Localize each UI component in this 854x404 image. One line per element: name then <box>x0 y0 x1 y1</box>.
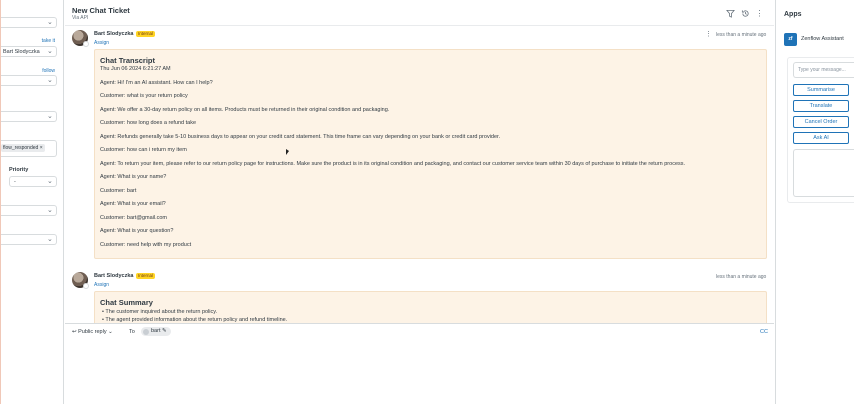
transcript-line: Customer: need help with my product <box>100 242 192 248</box>
tag-remove-icon[interactable]: × <box>40 145 43 151</box>
transcript-line: Agent: Refunds generally take 5-10 busin… <box>100 134 501 140</box>
follow-link[interactable]: follow <box>42 68 55 74</box>
transcript-line: Agent: We offer a 30-day return policy o… <box>100 107 390 113</box>
assistant-output-area[interactable] <box>793 149 854 197</box>
reply-mode-dropdown[interactable]: ↩ Public reply ⌄ <box>72 329 113 335</box>
chevron-down-icon: ⌄ <box>108 329 113 335</box>
mouse-cursor <box>286 149 289 155</box>
internal-badge: Internal <box>136 273 156 279</box>
message-time: less than a minute ago <box>716 274 767 280</box>
app-name: Zenflow Assistant <box>801 36 844 42</box>
transcript-line: Customer: bart@gmail.com <box>100 215 168 221</box>
recipient-avatar <box>143 328 149 335</box>
take-it-link[interactable]: take it <box>42 38 55 44</box>
field-select[interactable]: ⌄ <box>1 111 57 122</box>
apps-panel: Apps zf Zenflow Assistant Summarise Tran… <box>775 0 854 404</box>
avatar-badge <box>83 41 89 47</box>
avatar <box>72 272 89 289</box>
ticket-title: New Chat Ticket <box>72 6 130 15</box>
priority-label: Priority <box>9 167 29 173</box>
recipient-chip[interactable]: bart ✎ <box>141 327 171 336</box>
internal-note: Chat Summary • The customer inquired abo… <box>94 291 767 323</box>
chevron-down-icon: ⌄ <box>47 77 53 84</box>
chevron-down-icon: ⌄ <box>47 48 53 55</box>
note-date: Thu Jun 06 2024 6:21:27 AM <box>100 66 171 72</box>
assistant-message-input[interactable] <box>793 62 854 78</box>
priority-select[interactable]: - ⌄ <box>9 176 57 187</box>
pencil-icon[interactable]: ✎ <box>162 328 167 334</box>
ask-ai-button[interactable]: Ask AI <box>793 132 849 144</box>
transcript-line: Agent: To return your item, please refer… <box>100 161 686 167</box>
transcript-line: Customer: how can i return my item <box>100 147 187 153</box>
reply-mode-label: Public reply <box>78 329 107 335</box>
apps-title: Apps <box>784 11 802 18</box>
summarise-button[interactable]: Summarise <box>793 84 849 96</box>
chevron-down-icon: ⌄ <box>47 207 53 214</box>
ticket-header: New Chat Ticket Via API ⋮ <box>65 0 774 26</box>
history-icon[interactable] <box>741 9 750 18</box>
chevron-down-icon: ⌄ <box>47 19 53 26</box>
transcript-line: Customer: how long does a refund take <box>100 120 197 126</box>
transcript-line: Customer: bart <box>100 188 137 194</box>
transcript-line: Agent: Hi! I'm an AI assistant. How can … <box>100 80 213 86</box>
transcript-line: Agent: What is your email? <box>100 201 166 207</box>
translate-button[interactable]: Translate <box>793 100 849 112</box>
recipient-name: bart <box>151 328 161 334</box>
transcript-line: Agent: What is your name? <box>100 174 167 180</box>
reply-composer[interactable]: ↩ Public reply ⌄ To bart ✎ CC <box>65 323 774 404</box>
field-select[interactable]: ⌄ <box>1 205 57 216</box>
filter-icon[interactable] <box>726 9 735 18</box>
cc-link[interactable]: CC <box>760 329 768 335</box>
transcript-line: Customer: what is your return policy <box>100 93 188 99</box>
zenflow-logo-icon: zf <box>784 33 797 46</box>
tag-chip: flow_responded × <box>1 144 45 152</box>
followers-select[interactable]: ⌄ <box>1 75 57 86</box>
reply-arrow-icon: ↩ <box>72 329 77 335</box>
avatar-badge <box>83 283 89 289</box>
note-title: Chat Transcript <box>100 56 156 65</box>
to-label: To <box>129 329 135 335</box>
message-time: less than a minute ago <box>716 32 767 38</box>
assignee-select[interactable]: Bart Slodyczka ⌄ <box>1 46 57 57</box>
tag-label: flow_responded <box>3 145 39 151</box>
transcript-line: Agent: What is your question? <box>100 228 174 234</box>
message-author: Bart Slodyczka <box>94 273 134 279</box>
assign-link[interactable]: Assign <box>94 282 109 288</box>
more-icon[interactable]: ⋮ <box>755 9 764 18</box>
tags-field[interactable]: flow_responded × <box>1 140 57 157</box>
message-author: Bart Slodyczka <box>94 31 134 37</box>
internal-badge: Internal <box>136 31 156 37</box>
ticket-channel: Via API <box>72 15 89 21</box>
chevron-down-icon: ⌄ <box>47 113 53 120</box>
summary-line: • The customer inquired about the return… <box>102 309 218 315</box>
ticket-properties-panel: ⌄ take it Bart Slodyczka ⌄ follow ⌄ ⌄ fl… <box>0 0 64 404</box>
avatar <box>72 30 89 47</box>
assign-link[interactable]: Assign <box>94 40 109 46</box>
brand-select[interactable]: ⌄ <box>1 17 57 28</box>
internal-note: Chat Transcript Thu Jun 06 2024 6:21:27 … <box>94 49 767 259</box>
ticket-conversation: New Chat Ticket Via API ⋮ Bart Slodyczka… <box>65 0 774 404</box>
chevron-down-icon: ⌄ <box>47 236 53 243</box>
chevron-down-icon: ⌄ <box>47 178 53 185</box>
priority-value: - <box>14 179 16 185</box>
message-more-icon[interactable]: ⋮ <box>705 30 712 38</box>
note-title: Chat Summary <box>100 298 153 307</box>
cancel-order-button[interactable]: Cancel Order <box>793 116 849 128</box>
assignee-value: Bart Slodyczka <box>3 49 40 55</box>
field-select[interactable]: ⌄ <box>1 234 57 245</box>
